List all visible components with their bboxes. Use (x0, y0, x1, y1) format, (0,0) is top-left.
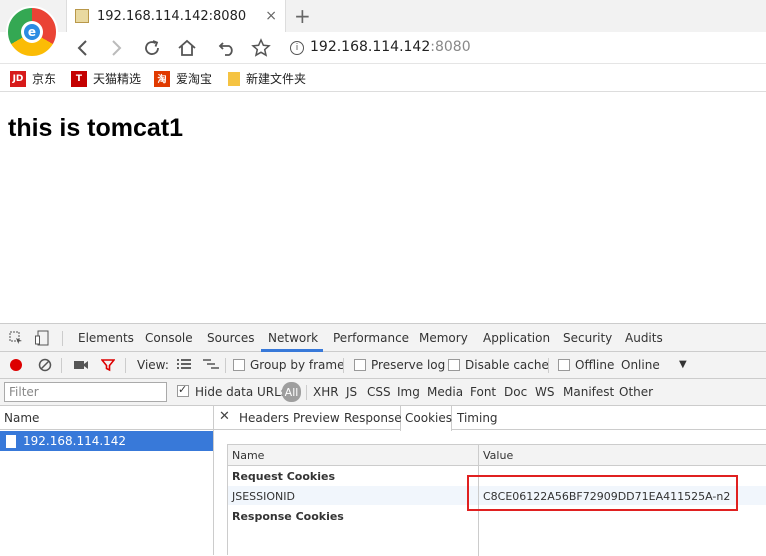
browser-toolbar: i 192.168.114.142:8080 (0, 32, 766, 64)
page-heading: this is tomcat1 (8, 114, 184, 142)
browser-tab[interactable]: 192.168.114.142:8080 × (66, 0, 286, 32)
tab-console[interactable]: Console (145, 331, 193, 345)
column-value[interactable]: Value (483, 449, 513, 462)
tab-sources[interactable]: Sources (207, 331, 254, 345)
tmall-icon: T (71, 70, 87, 87)
tab-elements[interactable]: Elements (78, 331, 134, 345)
bookmark-label: 天猫精选 (93, 72, 142, 86)
close-details-icon[interactable]: ✕ (219, 409, 230, 424)
request-name: 192.168.114.142 (23, 434, 127, 448)
request-cookies-section: Request Cookies (232, 470, 336, 483)
network-toolbar: View: Group by frame Preserve log Disabl… (0, 352, 766, 379)
offline-label: Offline (575, 358, 615, 372)
filter-type-xhr[interactable]: XHR (313, 385, 339, 399)
filter-type-other[interactable]: Other (619, 385, 653, 399)
clear-icon[interactable] (37, 357, 53, 373)
url-host: 192.168.114.142 (310, 39, 431, 55)
disable-cache-label: Disable cache (465, 358, 549, 372)
tomcat-favicon-icon (75, 9, 89, 23)
site-info-icon[interactable]: i (290, 41, 304, 55)
group-by-frame-label: Group by frame (250, 358, 345, 372)
reload-icon[interactable] (140, 36, 164, 60)
tab-strip: 192.168.114.142:8080 × + (0, 0, 766, 32)
tab-close-icon[interactable]: × (265, 8, 277, 24)
group-by-frame-checkbox[interactable] (233, 359, 245, 371)
address-bar[interactable]: 192.168.114.142:8080 (310, 39, 471, 55)
folder-icon (228, 71, 240, 86)
document-icon (6, 434, 16, 448)
tab-security[interactable]: Security (563, 331, 612, 345)
column-name[interactable]: Name (232, 449, 264, 462)
filter-input[interactable] (4, 382, 167, 402)
tab-network[interactable]: Network (268, 331, 318, 345)
waterfall-overview-icon[interactable] (203, 357, 219, 373)
tab-memory[interactable]: Memory (419, 331, 468, 345)
filter-type-media[interactable]: Media (427, 385, 463, 399)
forward-icon[interactable] (105, 36, 129, 60)
throttling-select[interactable]: Online (621, 358, 660, 372)
tab-headers[interactable]: Headers (239, 411, 289, 425)
bookmark-folder[interactable]: 新建文件夹 (228, 70, 306, 87)
device-toolbar-icon[interactable] (34, 330, 50, 346)
bookmark-jd[interactable]: JD 京东 (10, 70, 56, 87)
undo-icon[interactable] (215, 36, 239, 60)
view-label: View: (137, 358, 169, 372)
filter-type-js[interactable]: JS (346, 385, 357, 399)
bookmark-label: 新建文件夹 (246, 72, 307, 86)
filter-bar: Hide data URLs All XHR JS CSS Img Media … (0, 379, 766, 406)
taobao-icon: 淘 (154, 70, 170, 87)
tab-application[interactable]: Application (483, 331, 550, 345)
detail-tab-bar: ✕ Headers Preview Response Cookies Timin… (214, 406, 766, 431)
tab-performance[interactable]: Performance (333, 331, 409, 345)
record-icon[interactable] (10, 359, 22, 371)
offline-checkbox[interactable] (558, 359, 570, 371)
new-tab-button[interactable]: + (294, 4, 311, 28)
hide-data-urls-label: Hide data URLs (195, 385, 288, 399)
filter-type-img[interactable]: Img (397, 385, 420, 399)
requests-name-header[interactable]: Name (0, 406, 213, 430)
bookmarks-bar: JD 京东 T 天猫精选 淘 爱淘宝 新建文件夹 (0, 64, 766, 92)
filter-type-ws[interactable]: WS (535, 385, 554, 399)
annotation-highlight-box (467, 475, 738, 511)
bookmark-taobao[interactable]: 淘 爱淘宝 (154, 70, 212, 87)
back-icon[interactable] (70, 36, 94, 60)
cookies-table-header: Name Value (228, 445, 766, 466)
throttling-dropdown-icon[interactable]: ▼ (679, 359, 687, 370)
bookmark-tmall[interactable]: T 天猫精选 (71, 70, 141, 87)
cookie-name[interactable]: JSESSIONID (232, 490, 295, 503)
devtools-tab-bar: Elements Console Sources Network Perform… (0, 324, 766, 352)
requests-list: Name 192.168.114.142 (0, 406, 214, 555)
browser-logo-letter: e (24, 24, 40, 40)
browser-logo-icon: e (6, 6, 58, 58)
tab-preview[interactable]: Preview (293, 411, 340, 425)
tab-cookies[interactable]: Cookies (405, 411, 452, 425)
tab-response[interactable]: Response (344, 411, 402, 425)
bookmark-label: 爱淘宝 (176, 72, 213, 86)
url-port: :8080 (430, 39, 471, 55)
devtools-panel: Elements Console Sources Network Perform… (0, 323, 766, 556)
jd-icon: JD (10, 70, 26, 87)
filter-funnel-icon[interactable] (100, 357, 116, 373)
hide-data-urls-checkbox[interactable] (177, 383, 189, 397)
preserve-log-checkbox[interactable] (354, 359, 366, 371)
home-icon[interactable] (175, 36, 199, 60)
tab-title: 192.168.114.142:8080 (97, 8, 247, 24)
preserve-log-label: Preserve log (371, 358, 446, 372)
filter-type-font[interactable]: Font (470, 385, 496, 399)
large-rows-icon[interactable] (176, 357, 192, 373)
filter-type-css[interactable]: CSS (367, 385, 391, 399)
filter-type-doc[interactable]: Doc (504, 385, 527, 399)
tab-audits[interactable]: Audits (625, 331, 663, 345)
bookmark-label: 京东 (32, 72, 57, 86)
capture-screenshots-icon[interactable] (73, 357, 89, 373)
tab-timing[interactable]: Timing (457, 411, 498, 425)
filter-type-manifest[interactable]: Manifest (563, 385, 614, 399)
inspect-element-icon[interactable] (8, 330, 24, 346)
filter-type-all[interactable]: All (282, 382, 301, 402)
star-icon[interactable] (249, 36, 273, 60)
disable-cache-checkbox[interactable] (448, 359, 460, 371)
response-cookies-section: Response Cookies (232, 510, 344, 523)
request-row[interactable]: 192.168.114.142 (0, 431, 213, 451)
